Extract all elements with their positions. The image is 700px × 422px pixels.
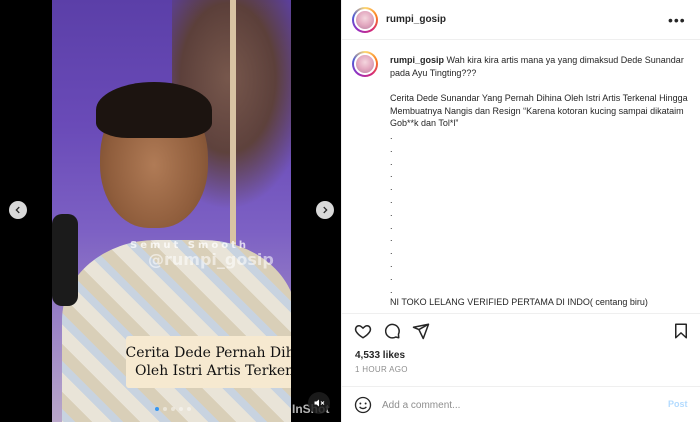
chevron-right-icon xyxy=(323,206,328,214)
next-slide-button[interactable] xyxy=(316,201,334,219)
carousel-dots xyxy=(155,407,191,411)
comment-dot-line: . xyxy=(390,246,393,257)
action-bar xyxy=(342,313,700,347)
add-comment-input[interactable] xyxy=(382,395,642,415)
heart-icon[interactable] xyxy=(354,322,372,340)
chevron-left-icon xyxy=(15,206,20,214)
post-username[interactable]: rumpi_gosip xyxy=(386,14,446,25)
add-comment-row: Post xyxy=(342,386,700,422)
share-icon[interactable] xyxy=(412,322,430,340)
comment-dot-line: . xyxy=(390,233,393,244)
comments-section[interactable]: rumpi_gosip Wah kira kira artis mana ya … xyxy=(342,41,700,313)
comment-dot-line: . xyxy=(390,143,393,154)
post-timestamp[interactable]: 1 HOUR AGO xyxy=(355,365,408,374)
caption-comment: rumpi_gosip Wah kira kira artis mana ya … xyxy=(390,54,690,309)
caption-line-2: Oleh Istri Artis Terkenal xyxy=(134,363,291,379)
video-caption: Cerita Dede Pernah Dihina Oleh Istri Art… xyxy=(126,336,291,388)
comment-dot-line: . xyxy=(390,130,393,141)
comment-dot-line: . xyxy=(390,258,393,269)
more-options-button[interactable]: ••• xyxy=(668,12,686,28)
carousel-dot xyxy=(187,407,191,411)
bookmark-icon[interactable] xyxy=(672,322,690,340)
watermark-handle: @rumpi_gosip xyxy=(148,250,274,269)
carousel-dot xyxy=(155,407,159,411)
speaker-muted-icon xyxy=(314,399,325,407)
person-hair xyxy=(96,82,212,138)
emoji-icon[interactable] xyxy=(354,396,372,414)
comment-dot-line: . xyxy=(390,194,393,205)
comment-footer: NI TOKO LELANG VERIFIED PERTAMA DI INDO(… xyxy=(390,297,648,308)
previous-slide-button[interactable] xyxy=(9,201,27,219)
post-comment-button[interactable]: Post xyxy=(668,399,688,409)
likes-count[interactable]: 4,533 likes xyxy=(355,350,405,361)
carousel-dot xyxy=(179,407,183,411)
carousel-dot xyxy=(163,407,167,411)
comment-dot-line: . xyxy=(390,169,393,180)
caption-line-1: Cerita Dede Pernah Dihina xyxy=(125,345,291,361)
comment-username[interactable]: rumpi_gosip xyxy=(390,55,444,65)
comment-dot-line: . xyxy=(390,156,393,167)
comment-dot-line: . xyxy=(390,284,393,295)
comment-dot-line: . xyxy=(390,271,393,282)
microphone xyxy=(52,214,78,306)
comment-paragraph: Cerita Dede Sunandar Yang Pernah Dihina … xyxy=(390,93,688,129)
video-frame[interactable]: Semut Smooth @rumpi_gosip Cerita Dede Pe… xyxy=(52,0,291,422)
post-header: rumpi_gosip ••• xyxy=(342,0,700,40)
post-media[interactable]: Semut Smooth @rumpi_gosip Cerita Dede Pe… xyxy=(0,0,341,422)
avatar[interactable] xyxy=(352,7,378,33)
mute-button[interactable] xyxy=(308,392,330,414)
comment-dot-line: . xyxy=(390,220,393,231)
comment-icon[interactable] xyxy=(383,322,401,340)
comment-avatar[interactable] xyxy=(352,51,378,77)
background-stem xyxy=(230,0,236,260)
comment-dot-line: . xyxy=(390,182,393,193)
comment-dot-lines: ............. xyxy=(390,130,690,296)
post-details-panel: rumpi_gosip ••• rumpi_gosip Wah kira kir… xyxy=(341,0,700,422)
carousel-dot xyxy=(171,407,175,411)
comment-dot-line: . xyxy=(390,207,393,218)
instagram-post-modal: Semut Smooth @rumpi_gosip Cerita Dede Pe… xyxy=(0,0,700,422)
